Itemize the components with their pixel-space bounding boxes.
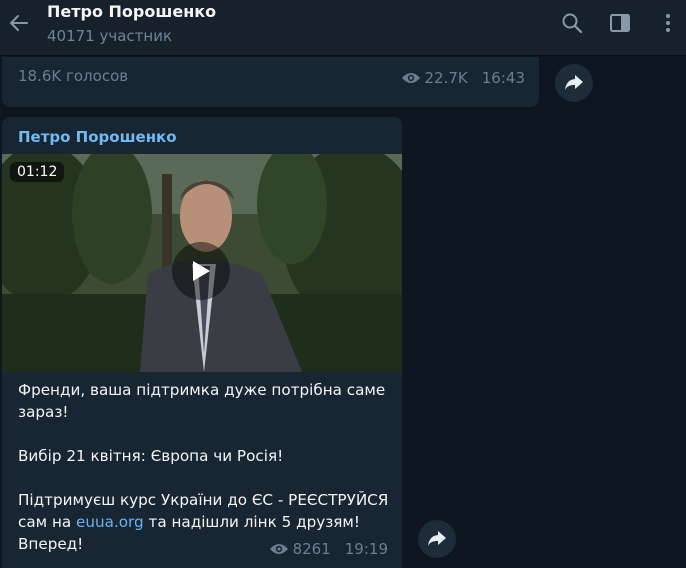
poll-vote-count: 18.6K голосов [18, 67, 129, 85]
forward-button[interactable] [555, 64, 593, 102]
more-vertical-icon [666, 14, 670, 32]
message-time: 19:19 [344, 540, 388, 558]
search-button[interactable] [559, 10, 585, 36]
play-button[interactable] [172, 242, 230, 300]
message-meta: 8261 19:19 [269, 540, 388, 558]
forward-button[interactable] [418, 520, 456, 558]
more-button[interactable] [655, 10, 681, 36]
message-list[interactable]: 18.6K голосов 22.7K 16:43 Петро Порошенк… [0, 57, 686, 568]
chat-title[interactable]: Петро Порошенко [47, 2, 216, 21]
message-paragraph: Френди, ваша підтримка дуже потрібна сам… [18, 381, 386, 421]
view-count: 22.7K [424, 69, 468, 87]
message-paragraph: Вибір 21 квітня: Європа чи Росія! [18, 447, 284, 465]
forward-arrow-icon [428, 531, 446, 546]
message-text: Френди, ваша підтримка дуже потрібна сам… [18, 379, 390, 555]
sidebar-toggle-icon [610, 14, 630, 32]
views-icon [269, 542, 289, 556]
message-time: 16:43 [481, 69, 525, 87]
message-link[interactable]: euua.org [76, 513, 144, 531]
views-icon [401, 71, 421, 85]
video-thumbnail[interactable]: 01:12 [2, 154, 402, 372]
search-icon [562, 13, 583, 34]
sidebar-toggle-button[interactable] [607, 10, 633, 36]
chat-member-count: 40171 участник [47, 27, 173, 45]
poll-message: 18.6K голосов 22.7K 16:43 [2, 57, 539, 107]
play-icon [193, 261, 210, 281]
view-count: 8261 [292, 540, 331, 558]
video-duration: 01:12 [10, 162, 65, 182]
chat-header: Петро Порошенко 40171 участник [0, 0, 686, 56]
message-meta: 22.7K 16:43 [401, 69, 525, 87]
back-button[interactable] [4, 8, 34, 38]
video-message: Петро Порошенко 01:12 Френди, ваша підтр… [2, 117, 402, 568]
message-author[interactable]: Петро Порошенко [18, 128, 177, 146]
forward-arrow-icon [565, 75, 583, 90]
back-arrow-icon [10, 15, 28, 31]
